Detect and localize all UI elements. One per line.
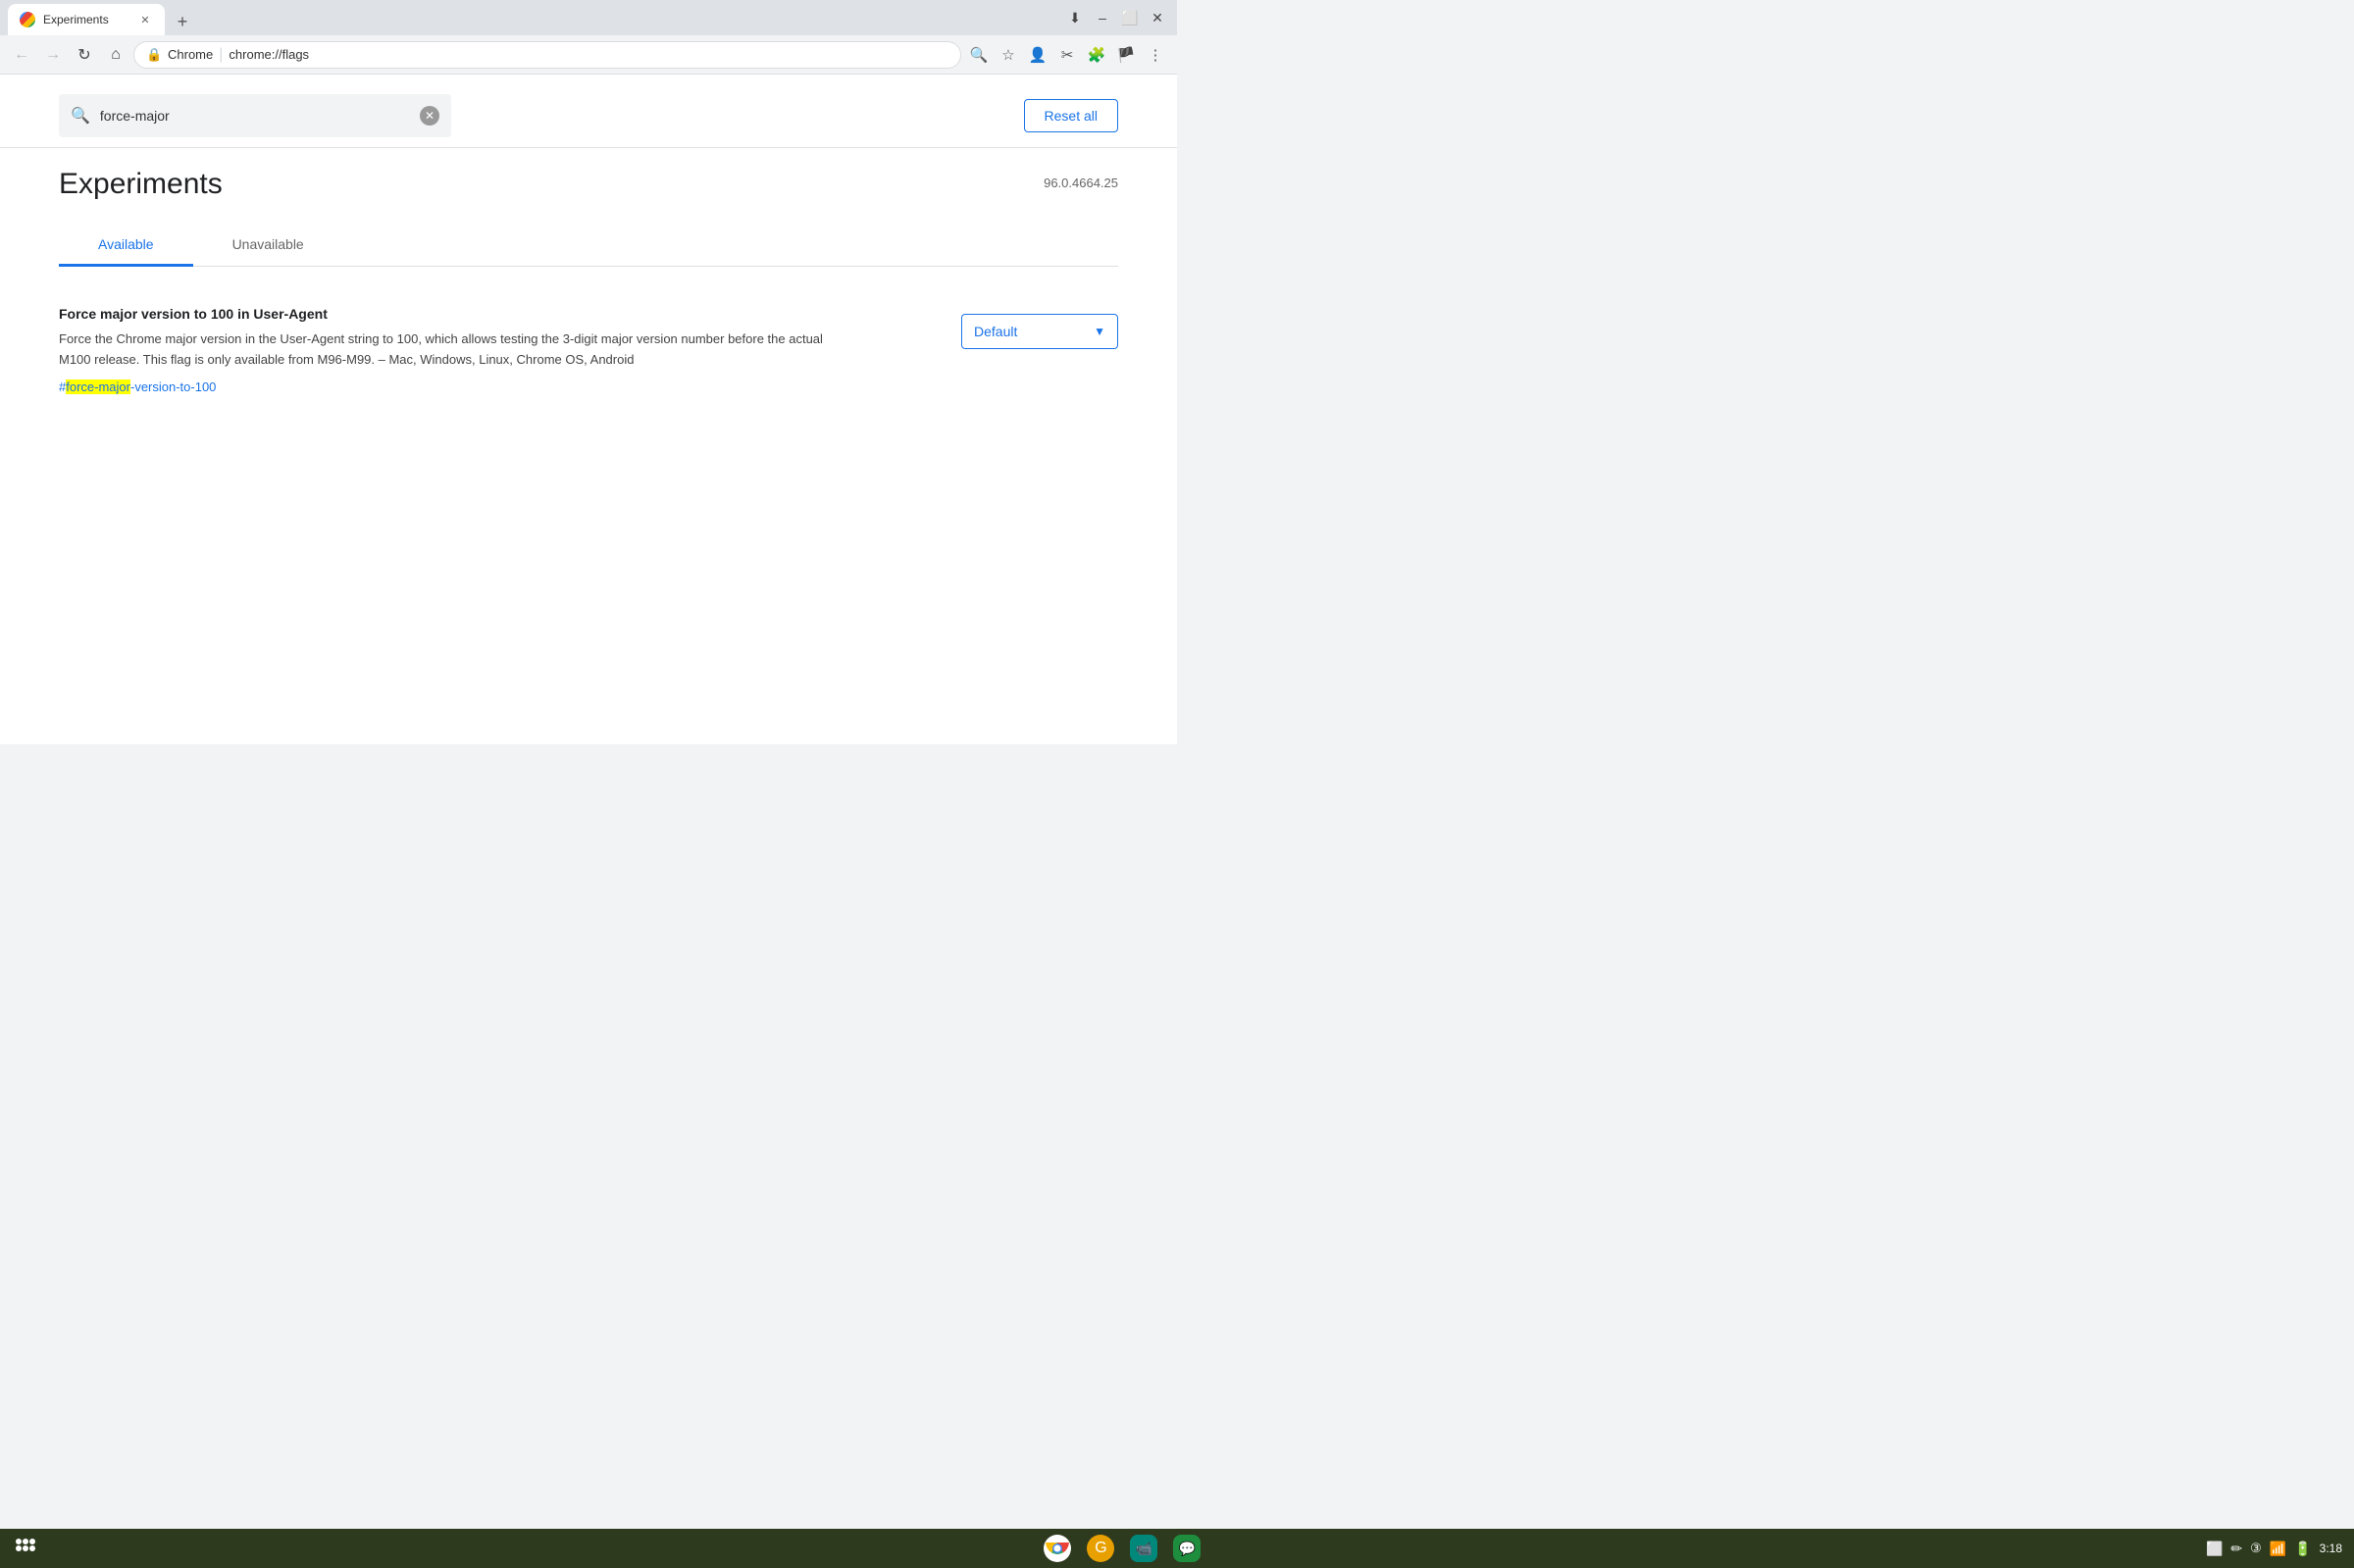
- puzzle-icon[interactable]: 🧩: [1083, 41, 1110, 69]
- version-text: 96.0.4664.25: [1044, 176, 1118, 190]
- tab-close-button[interactable]: ✕: [137, 12, 153, 27]
- clock: 3:18: [2320, 1542, 2342, 1555]
- reset-all-button[interactable]: Reset all: [1024, 99, 1118, 132]
- screenshot-icon[interactable]: ⬜: [2206, 1541, 2223, 1557]
- flag-item: Force major version to 100 in User-Agent…: [59, 290, 1118, 412]
- flag-extension-icon[interactable]: 🏴: [1112, 41, 1140, 69]
- flag-link-suffix: -version-to-100: [130, 379, 216, 394]
- tab-unavailable[interactable]: Unavailable: [193, 225, 343, 267]
- flag-anchor-link[interactable]: #force-major-version-to-100: [59, 379, 216, 394]
- flag-content: Force major version to 100 in User-Agent…: [59, 306, 824, 396]
- page-header: Experiments 96.0.4664.25: [59, 168, 1118, 201]
- flag-dropdown[interactable]: Default ▼: [961, 314, 1118, 349]
- flag-link-highlighted: force-major: [66, 379, 130, 394]
- chevron-down-icon: ▼: [1094, 325, 1105, 338]
- tab-favicon: [20, 12, 35, 27]
- forward-button[interactable]: →: [39, 41, 67, 69]
- close-button[interactable]: ✕: [1146, 6, 1169, 29]
- taskbar-chat-icon[interactable]: 💬: [1173, 1535, 1201, 1562]
- page-content: 🔍 ✕ Reset all Experiments 96.0.4664.25 A…: [0, 75, 1177, 744]
- battery-number: ③: [2250, 1541, 2262, 1556]
- taskbar-center: G 📹 💬: [1044, 1535, 1201, 1562]
- pen-icon[interactable]: ✏: [2230, 1541, 2242, 1557]
- title-bar: Experiments ✕ + ⬇ – ⬜ ✕: [0, 0, 1177, 35]
- tab-area: Experiments ✕ +: [8, 0, 196, 35]
- battery-icon: 🔋: [2294, 1541, 2311, 1557]
- search-container: 🔍 ✕ Reset all: [0, 75, 1177, 148]
- search-icon[interactable]: 🔍: [965, 41, 993, 69]
- address-bar[interactable]: 🔒 Chrome | chrome://flags: [133, 41, 961, 69]
- extension-icon[interactable]: ✂: [1053, 41, 1081, 69]
- profile-icon[interactable]: 👤: [1024, 41, 1051, 69]
- flag-dropdown-value: Default: [974, 324, 1017, 339]
- tab-title: Experiments: [43, 13, 109, 26]
- address-divider: |: [219, 46, 223, 64]
- address-url: chrome://flags: [229, 47, 309, 62]
- maximize-button[interactable]: ⬜: [1118, 6, 1142, 29]
- google-icon-letter: G: [1095, 1540, 1106, 1557]
- home-button[interactable]: ⌂: [102, 41, 129, 69]
- tabs-container: Available Unavailable: [59, 225, 1118, 267]
- search-bar[interactable]: 🔍 ✕: [59, 94, 451, 137]
- taskbar-chrome-icon[interactable]: [1044, 1535, 1071, 1562]
- flag-title: Force major version to 100 in User-Agent: [59, 306, 824, 322]
- main-content: Experiments 96.0.4664.25 Available Unava…: [0, 148, 1177, 431]
- address-protocol: Chrome: [168, 47, 213, 62]
- flag-description: Force the Chrome major version in the Us…: [59, 329, 824, 371]
- toolbar-right-icons: 🔍 ☆ 👤 ✂ 🧩 🏴 ⋮: [965, 41, 1169, 69]
- download-icon[interactable]: ⬇: [1063, 6, 1087, 29]
- menu-icon[interactable]: ⋮: [1142, 41, 1169, 69]
- wifi-icon: 📶: [2270, 1541, 2286, 1557]
- taskbar-right: ⬜ ✏ ③ 📶 🔋 3:18: [2206, 1541, 2342, 1557]
- new-tab-button[interactable]: +: [169, 8, 196, 35]
- search-input[interactable]: [100, 108, 410, 124]
- window-controls: ⬇ – ⬜ ✕: [1063, 6, 1169, 29]
- active-tab[interactable]: Experiments ✕: [8, 4, 165, 35]
- tab-available[interactable]: Available: [59, 225, 193, 267]
- security-icon: 🔒: [146, 47, 162, 63]
- search-icon: 🔍: [71, 106, 90, 126]
- taskbar-launcher-icon[interactable]: [12, 1535, 39, 1562]
- meet-icon-symbol: 📹: [1136, 1541, 1152, 1557]
- taskbar: G 📹 💬 ⬜ ✏ ③ 📶 🔋 3:18: [0, 1529, 2354, 1568]
- taskbar-left: [12, 1535, 39, 1562]
- launcher-svg-icon: [14, 1537, 37, 1560]
- chat-icon-symbol: 💬: [1179, 1541, 1196, 1557]
- refresh-button[interactable]: ↻: [71, 41, 98, 69]
- browser-toolbar: ← → ↻ ⌂ 🔒 Chrome | chrome://flags 🔍 ☆ 👤 …: [0, 35, 1177, 75]
- back-button[interactable]: ←: [8, 41, 35, 69]
- minimize-button[interactable]: –: [1091, 6, 1114, 29]
- page-title: Experiments: [59, 168, 223, 201]
- taskbar-meet-icon[interactable]: 📹: [1130, 1535, 1157, 1562]
- chrome-svg-icon: [1044, 1535, 1071, 1562]
- bookmark-icon[interactable]: ☆: [995, 41, 1022, 69]
- taskbar-google-icon[interactable]: G: [1087, 1535, 1114, 1562]
- search-clear-button[interactable]: ✕: [420, 106, 439, 126]
